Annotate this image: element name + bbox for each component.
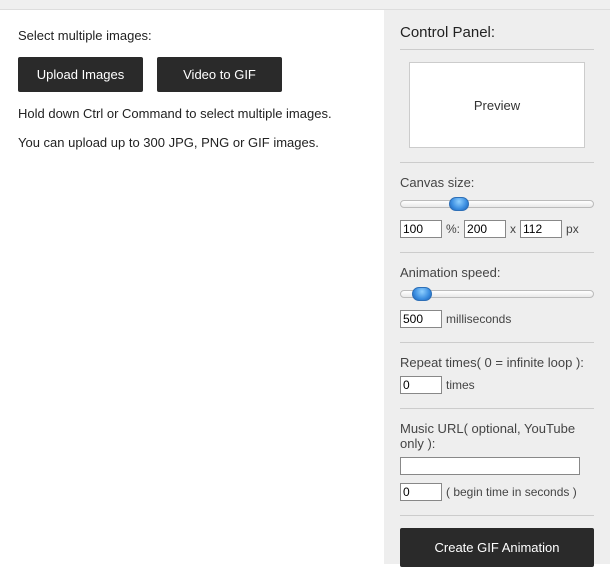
animation-speed-slider[interactable] [400, 286, 594, 302]
animation-speed-section: Animation speed: milliseconds [400, 252, 594, 342]
preview-box: Preview [409, 62, 585, 148]
milliseconds-unit: milliseconds [446, 312, 511, 326]
music-begin-inputs: ( begin time in seconds ) [400, 483, 594, 501]
control-panel-title: Control Panel: [400, 24, 594, 41]
ctrl-hint-text: Hold down Ctrl or Command to select mult… [18, 106, 366, 121]
times-unit: times [446, 378, 475, 392]
canvas-height-input[interactable] [520, 220, 562, 238]
repeat-label: Repeat times( 0 = infinite loop ): [400, 355, 594, 370]
create-section: Create GIF Animation [400, 515, 594, 567]
animation-speed-label: Animation speed: [400, 265, 594, 280]
left-panel: Select multiple images: Upload Images Vi… [0, 10, 384, 564]
video-to-gif-button[interactable]: Video to GIF [157, 57, 282, 92]
canvas-size-label: Canvas size: [400, 175, 594, 190]
canvas-size-slider[interactable] [400, 196, 594, 212]
begin-time-unit: ( begin time in seconds ) [446, 485, 577, 499]
control-panel: Control Panel: Preview Canvas size: %: x… [384, 10, 610, 564]
music-section: Music URL( optional, YouTube only ): ( b… [400, 408, 594, 515]
select-images-label: Select multiple images: [18, 28, 366, 43]
slider-thumb[interactable] [449, 197, 469, 211]
percent-unit: %: [446, 222, 460, 236]
upload-images-button[interactable]: Upload Images [18, 57, 143, 92]
canvas-size-section: Canvas size: %: x px [400, 162, 594, 252]
canvas-width-input[interactable] [464, 220, 506, 238]
create-gif-button[interactable]: Create GIF Animation [400, 528, 594, 567]
main-wrap: Select multiple images: Upload Images Vi… [0, 10, 610, 564]
music-label: Music URL( optional, YouTube only ): [400, 421, 594, 451]
upload-limit-text: You can upload up to 300 JPG, PNG or GIF… [18, 135, 366, 150]
repeat-times-input[interactable] [400, 376, 442, 394]
music-url-input[interactable] [400, 457, 580, 475]
preview-text: Preview [474, 98, 520, 113]
canvas-percent-input[interactable] [400, 220, 442, 238]
repeat-section: Repeat times( 0 = infinite loop ): times [400, 342, 594, 408]
slider-thumb[interactable] [412, 287, 432, 301]
animation-speed-input[interactable] [400, 310, 442, 328]
slider-track [400, 200, 594, 208]
repeat-inputs: times [400, 376, 594, 394]
top-bar [0, 0, 610, 10]
px-unit: px [566, 222, 579, 236]
animation-speed-inputs: milliseconds [400, 310, 594, 328]
canvas-size-inputs: %: x px [400, 220, 594, 238]
preview-section: Preview [400, 49, 594, 162]
dimension-x: x [510, 222, 516, 236]
upload-button-row: Upload Images Video to GIF [18, 57, 366, 92]
music-begin-input[interactable] [400, 483, 442, 501]
